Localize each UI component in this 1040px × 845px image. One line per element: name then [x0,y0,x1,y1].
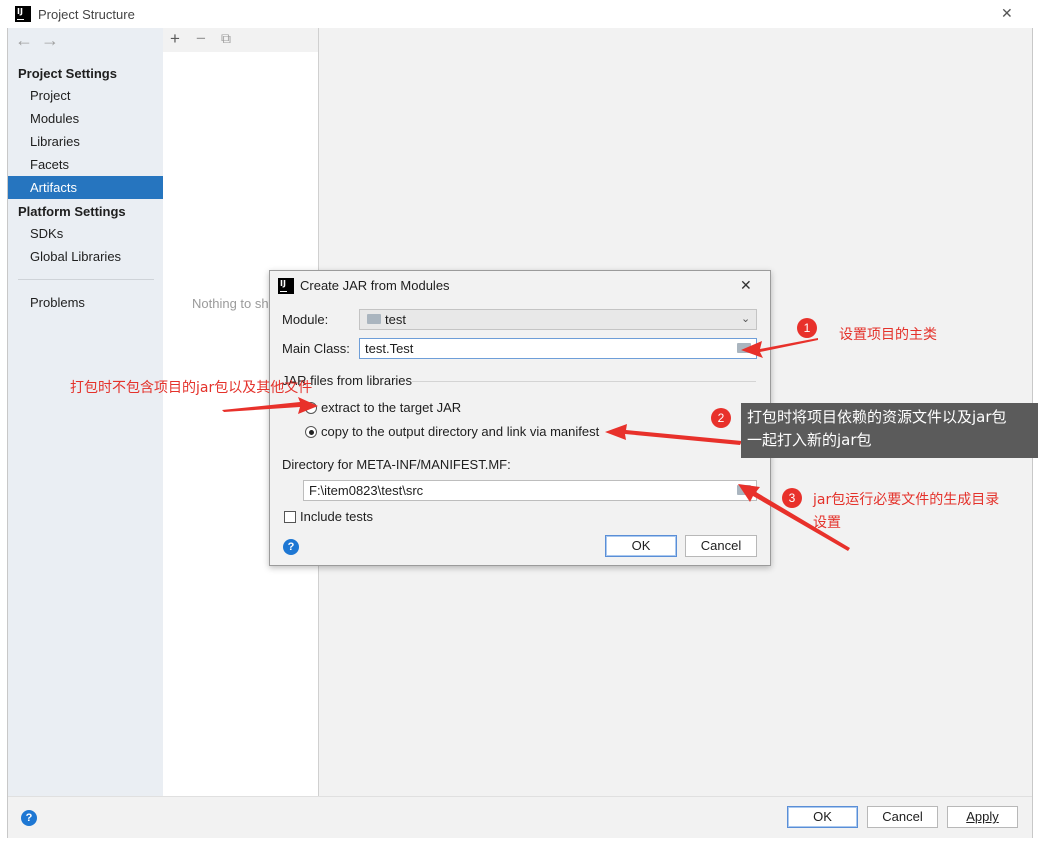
annotation-badge-2: 2 [711,408,731,428]
annotation-badge-1: 1 [797,318,817,338]
arrow-1 [741,338,818,358]
annotation-note-3: jar包运行必要文件的生成目录 设置 [813,489,999,535]
annotation-note-2-line1: 打包时将项目依赖的资源文件以及jar包 [747,408,1007,426]
annotation-note-2-line2: 一起打入新的jar包 [747,431,872,449]
annotation-note-3-line2: 设置 [813,515,841,531]
annotation-note-3-line1: jar包运行必要文件的生成目录 [813,492,1000,508]
annotation-note-1: 设置项目的主类 [839,327,937,343]
annotation-callout-2: 打包时将项目依赖的资源文件以及jar包 一起打入新的jar包 [741,403,1038,458]
annotation-badge-3: 3 [782,488,802,508]
arrow-left [222,397,318,414]
annotation-left-note: 打包时不包含项目的jar包以及其他文件 [70,380,313,396]
